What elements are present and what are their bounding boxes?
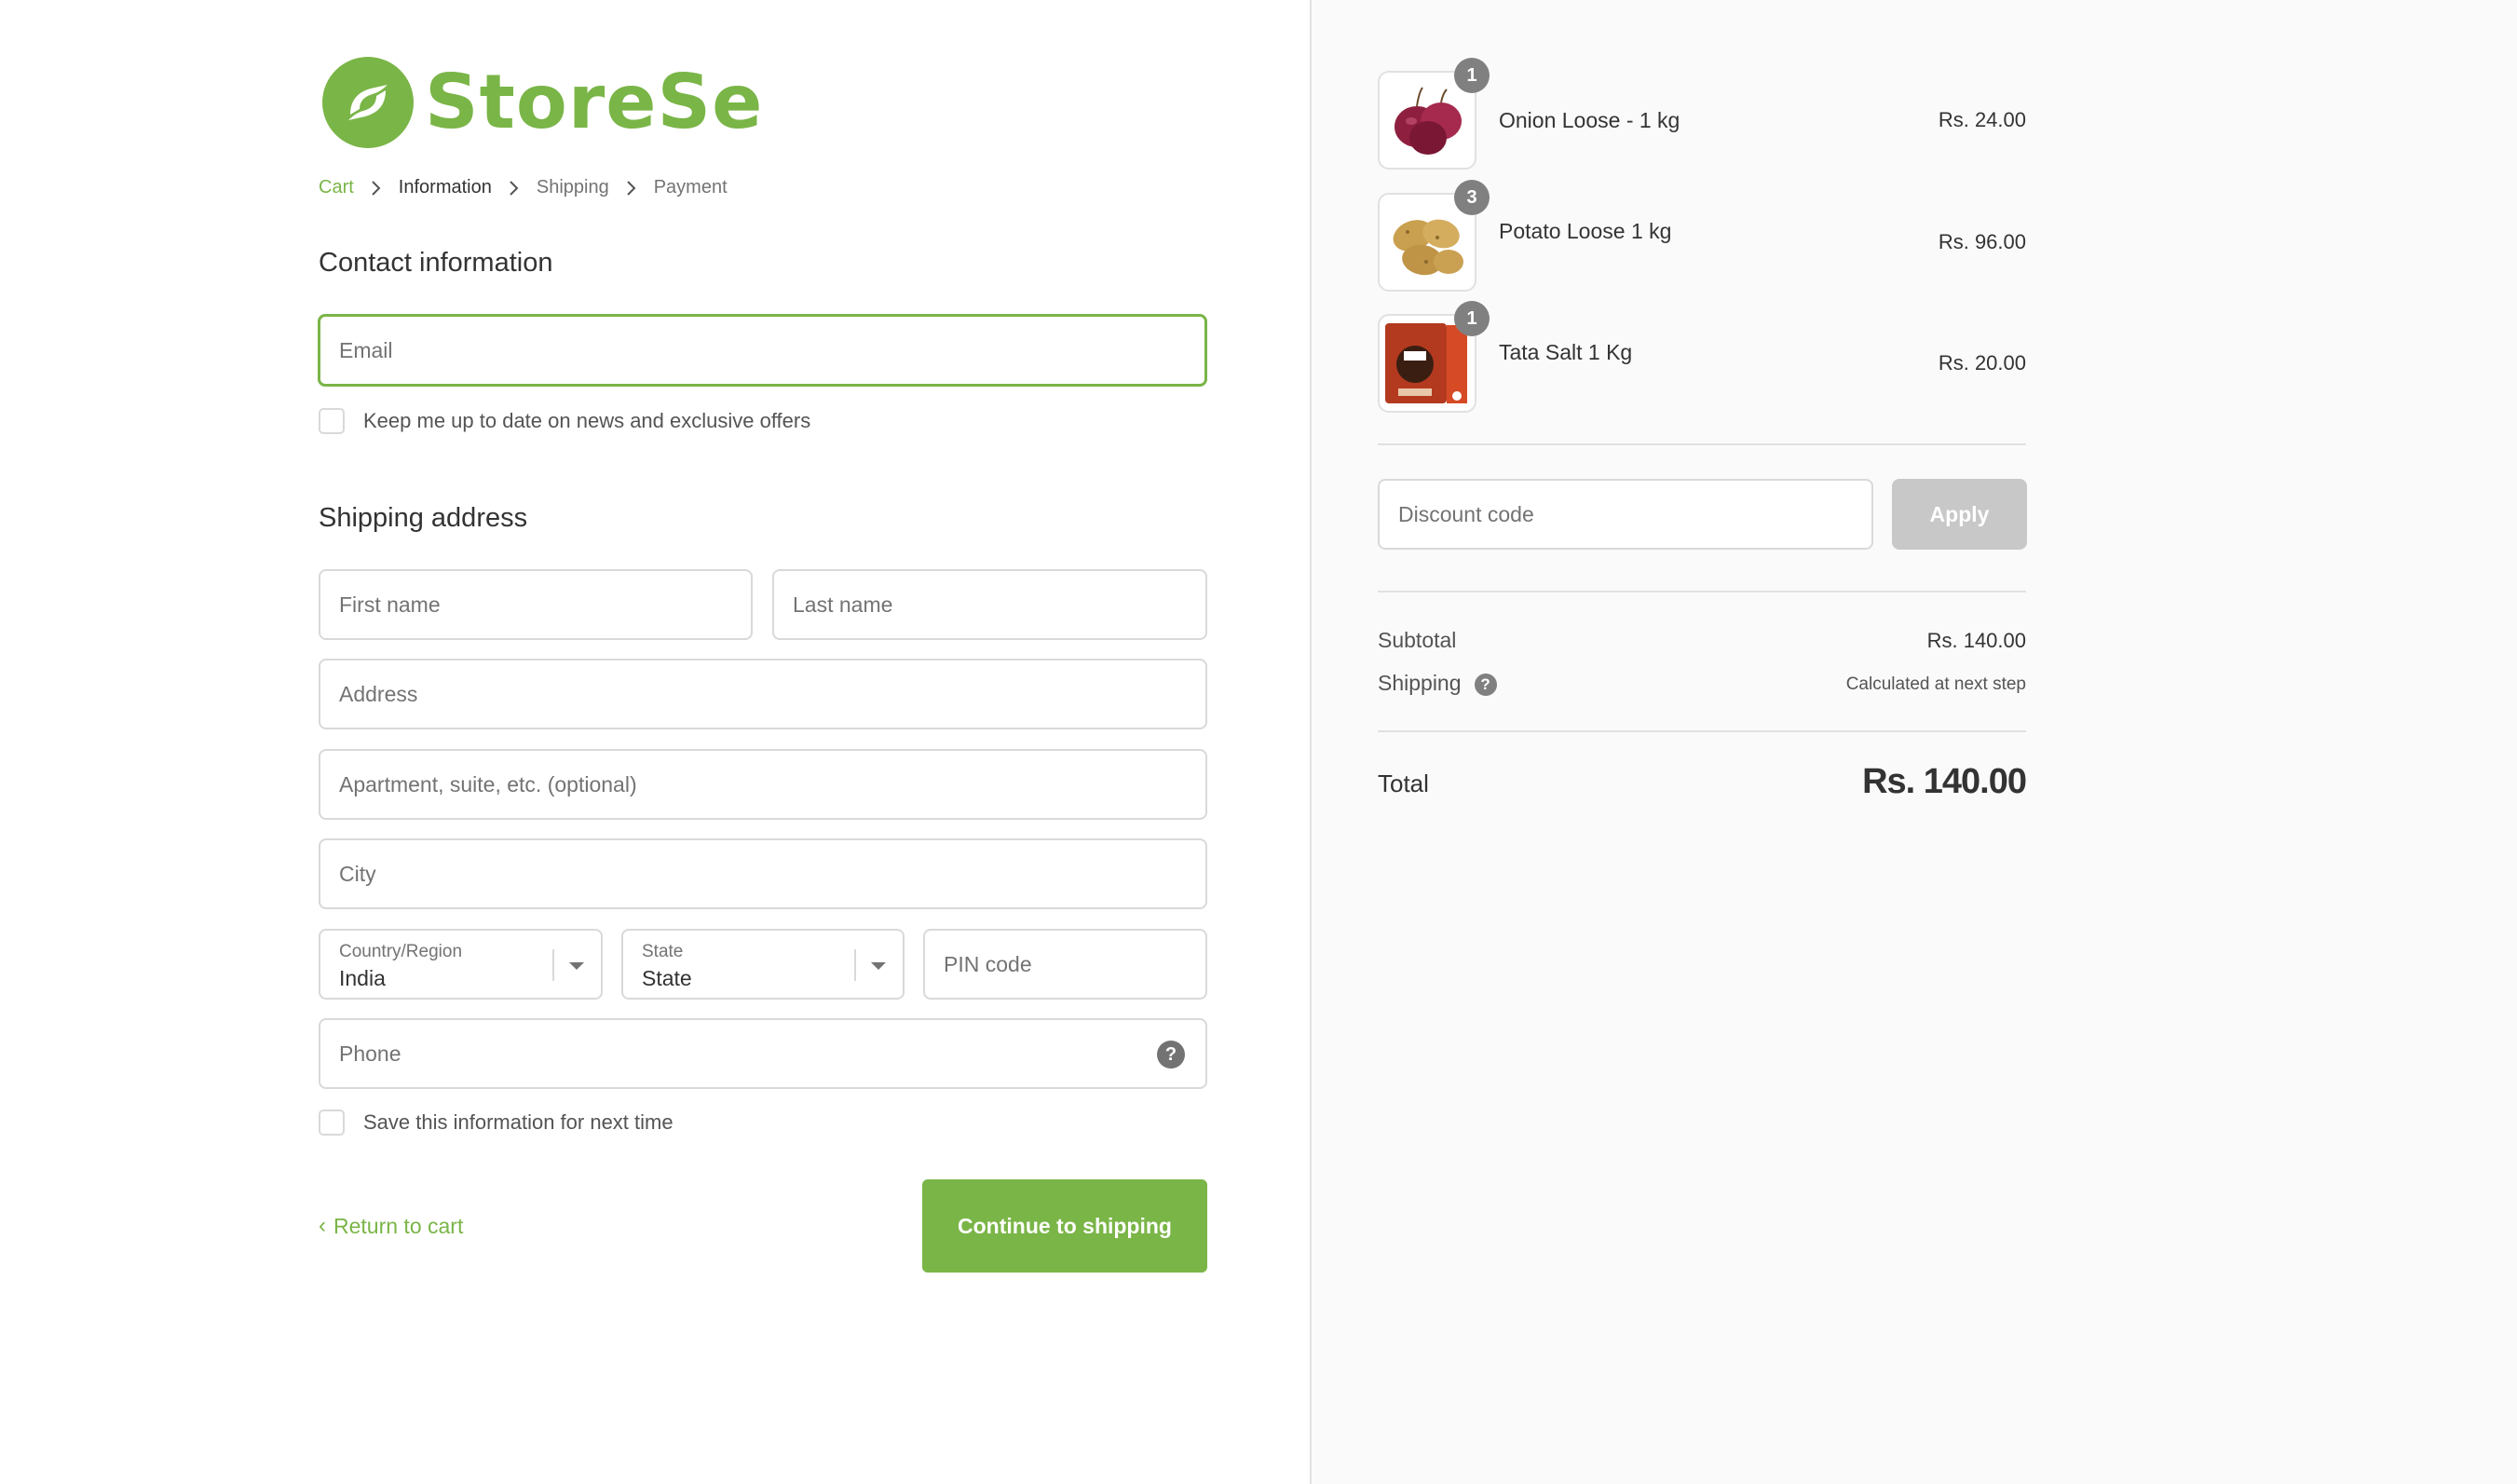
item-name: Onion Loose - 1 kg	[1499, 108, 1680, 132]
quantity-badge: 3	[1454, 180, 1490, 215]
onion-image: 1	[1378, 58, 1490, 170]
city-input[interactable]	[320, 840, 1205, 907]
logo-icon	[322, 57, 414, 148]
brand-name: StoreSe	[425, 59, 764, 145]
newsletter-option[interactable]: Keep me up to date on news and exclusive…	[319, 408, 810, 434]
email-field[interactable]	[318, 314, 1207, 387]
state-select-value: State	[642, 966, 692, 990]
country-select[interactable]: Country/Region India	[319, 929, 603, 1000]
item-price: Rs. 24.00	[1938, 108, 2026, 131]
chevron-right-icon	[372, 180, 381, 196]
subtotal-label: Subtotal	[1378, 628, 1457, 652]
breadcrumb-shipping: Shipping	[536, 177, 609, 197]
last-name-field[interactable]	[772, 569, 1207, 640]
contact-information-title: Contact information	[319, 248, 553, 278]
quantity-badge: 1	[1454, 301, 1490, 336]
save-info-option[interactable]: Save this information for next time	[319, 1110, 673, 1136]
item-price: Rs. 20.00	[1938, 351, 2026, 374]
save-info-label: Save this information for next time	[363, 1110, 673, 1134]
chevron-right-icon	[510, 180, 519, 196]
caret-down-icon	[569, 962, 584, 970]
apartment-field[interactable]	[319, 749, 1207, 820]
continue-to-shipping-button[interactable]: Continue to shipping	[922, 1179, 1207, 1273]
breadcrumb: Cart Information Shipping Payment	[319, 177, 728, 198]
shipping-label: Shipping	[1378, 671, 1462, 695]
first-name-field[interactable]	[319, 569, 753, 640]
breadcrumb-information: Information	[398, 177, 492, 197]
first-name-input[interactable]	[320, 571, 751, 638]
pin-code-field[interactable]	[923, 929, 1207, 1000]
address-field[interactable]	[319, 659, 1207, 729]
apartment-input[interactable]	[320, 751, 1205, 818]
shipping-label-row: Shipping?	[1378, 671, 1497, 696]
order-item: 1 Onion Loose - 1 kg Rs. 24.00	[1378, 58, 2026, 173]
country-select-label: Country/Region	[339, 942, 463, 961]
question-mark-icon[interactable]: ?	[1157, 1041, 1185, 1069]
discount-code-input[interactable]	[1380, 481, 1871, 548]
phone-field[interactable]: ?	[319, 1018, 1207, 1089]
state-select[interactable]: State State	[621, 929, 905, 1000]
last-name-input[interactable]	[774, 571, 1205, 638]
chevron-right-icon	[626, 180, 636, 196]
chevron-left-icon: ‹	[319, 1213, 326, 1238]
return-to-cart-label: Return to cart	[333, 1213, 464, 1238]
shipping-value: Calculated at next step	[1845, 674, 2026, 694]
quantity-badge: 1	[1454, 58, 1490, 93]
caret-down-icon	[871, 962, 886, 970]
save-info-checkbox[interactable]	[319, 1110, 345, 1136]
divider	[1378, 443, 2026, 445]
return-to-cart-link[interactable]: ‹ Return to cart	[319, 1213, 463, 1239]
item-name: Potato Loose 1 kg	[1499, 219, 1672, 243]
newsletter-label: Keep me up to date on news and exclusive…	[363, 409, 811, 432]
order-item: 3 Potato Loose 1 kg Rs. 96.00	[1378, 180, 2026, 295]
breadcrumb-cart[interactable]: Cart	[319, 177, 354, 198]
potato-image: 3	[1378, 180, 1490, 292]
checkout-form-panel: StoreSe Cart Information Shipping Paymen…	[0, 0, 1310, 1484]
total-label: Total	[1378, 769, 1429, 797]
salt-pack-image: 1	[1378, 301, 1490, 413]
store-logo[interactable]: StoreSe	[322, 56, 763, 149]
divider	[1378, 591, 2026, 592]
newsletter-checkbox[interactable]	[319, 408, 345, 434]
apply-button[interactable]: Apply	[1892, 479, 2027, 550]
email-input[interactable]	[320, 317, 1204, 384]
order-item: 1 Tata Salt 1 Kg Rs. 20.00	[1378, 301, 2026, 416]
item-price: Rs. 96.00	[1938, 230, 2026, 253]
item-name: Tata Salt 1 Kg	[1499, 340, 1633, 364]
state-select-label: State	[642, 942, 684, 961]
breadcrumb-payment: Payment	[653, 177, 728, 197]
shipping-address-title: Shipping address	[319, 503, 528, 533]
divider	[1378, 730, 2026, 732]
phone-input[interactable]	[320, 1020, 1205, 1087]
total-value: Rs. 140.00	[1862, 762, 2027, 801]
select-divider	[854, 949, 856, 981]
pin-code-input[interactable]	[925, 931, 1205, 998]
address-input[interactable]	[320, 660, 1205, 728]
country-select-value: India	[339, 966, 386, 990]
discount-code-field[interactable]	[1378, 479, 1873, 550]
subtotal-value: Rs. 140.00	[1926, 629, 2026, 652]
question-mark-icon[interactable]: ?	[1474, 673, 1497, 696]
city-field[interactable]	[319, 838, 1207, 909]
select-divider	[552, 949, 554, 981]
